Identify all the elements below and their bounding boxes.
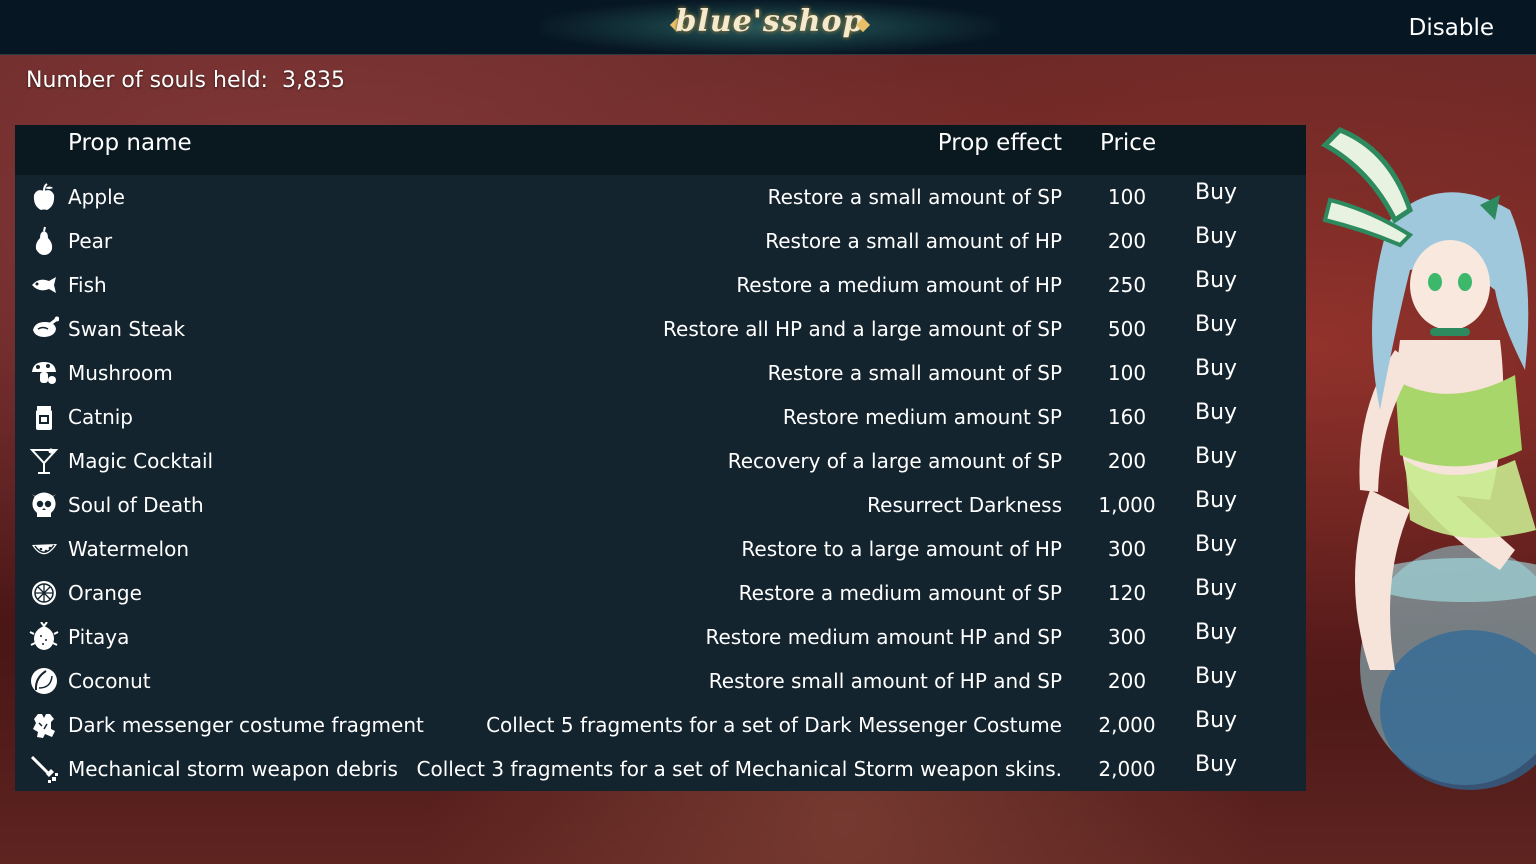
orange-icon	[28, 577, 60, 609]
table-row: Coconut Restore small amount of HP and SP…	[15, 659, 1306, 703]
skull-icon	[28, 489, 60, 521]
table-row: Swan Steak Restore all HP and a large amo…	[15, 307, 1306, 351]
column-header-effect: Prop effect	[937, 130, 1062, 156]
prop-price: 200	[1107, 669, 1147, 693]
buy-button[interactable]: Buy	[1195, 224, 1237, 249]
prop-name: Pear	[68, 229, 113, 253]
prop-name: Fish	[68, 273, 107, 297]
table-row: Catnip Restore medium amount SP 160 Buy	[15, 395, 1306, 439]
prop-name: Dark messenger costume fragment	[68, 713, 424, 737]
costume-fragment-icon	[28, 709, 60, 741]
table-row: Soul of Death Resurrect Darkness 1,000 Buy	[15, 483, 1306, 527]
buy-button[interactable]: Buy	[1195, 488, 1237, 513]
table-row: Orange Restore a medium amount of SP 120 Bu…	[15, 571, 1306, 615]
catnip-icon	[28, 401, 60, 433]
prop-name: Mechanical storm weapon debris	[68, 757, 398, 781]
buy-button[interactable]: Buy	[1195, 752, 1237, 777]
shop-logo: blue'sshop	[540, 0, 1000, 54]
prop-effect: Restore small amount of HP and SP	[708, 669, 1062, 693]
prop-effect: Restore a small amount of HP	[765, 229, 1062, 253]
watermelon-icon	[28, 533, 60, 565]
table-row: Mushroom Restore a small amount of SP 100 B…	[15, 351, 1306, 395]
top-bar: blue'sshop Disable	[0, 0, 1536, 55]
cocktail-icon	[28, 445, 60, 477]
pear-icon	[28, 225, 60, 257]
prop-price: 100	[1107, 361, 1147, 385]
table-row: Dark messenger costume fragment Collect 5…	[15, 703, 1306, 747]
prop-name: Mushroom	[68, 361, 173, 385]
coconut-icon	[28, 665, 60, 697]
apple-icon	[28, 181, 60, 213]
prop-effect: Recovery of a large amount of SP	[727, 449, 1062, 473]
buy-button[interactable]: Buy	[1195, 356, 1237, 381]
souls-value: 3,835	[281, 68, 345, 93]
souls-label: Number of souls held:	[26, 68, 268, 93]
prop-effect: Restore a medium amount of HP	[736, 273, 1062, 297]
prop-price: 2,000	[1098, 757, 1156, 781]
prop-effect: Restore a small amount of SP	[767, 185, 1062, 209]
prop-effect: Restore a small amount of SP	[767, 361, 1062, 385]
prop-price: 160	[1107, 405, 1147, 429]
prop-effect: Restore to a large amount of HP	[741, 537, 1062, 561]
prop-price: 100	[1107, 185, 1147, 209]
shop-screen: blue'sshop Disable Number of souls held:…	[0, 0, 1536, 864]
prop-price: 300	[1107, 537, 1147, 561]
column-header-name: Prop name	[68, 130, 192, 156]
souls-counter: Number of souls held: 3,835	[26, 68, 345, 93]
prop-effect: Restore medium amount SP	[782, 405, 1062, 429]
table-row: Watermelon Restore to a large amount of H…	[15, 527, 1306, 571]
fish-icon	[28, 269, 60, 301]
buy-button[interactable]: Buy	[1195, 620, 1237, 645]
weapon-debris-icon	[28, 753, 60, 785]
buy-button[interactable]: Buy	[1195, 180, 1237, 205]
prop-effect: Restore all HP and a large amount of SP	[663, 317, 1062, 341]
table-row: Mechanical storm weapon debris Collect 3 …	[15, 747, 1306, 791]
table-row: Magic Cocktail Recovery of a large amount…	[15, 439, 1306, 483]
column-header-price: Price	[1100, 130, 1157, 156]
shop-table: Prop name Prop effect Price Apple Restore…	[15, 125, 1306, 791]
prop-price: 500	[1107, 317, 1147, 341]
character-illustration	[1320, 127, 1536, 790]
mushroom-icon	[28, 357, 60, 389]
table-body: Apple Restore a small amount of SP 100 Buy P…	[15, 175, 1306, 791]
prop-name: Apple	[68, 185, 125, 209]
table-row: Pear Restore a small amount of HP 200 Buy	[15, 219, 1306, 263]
prop-name: Catnip	[68, 405, 133, 429]
prop-price: 200	[1107, 229, 1147, 253]
buy-button[interactable]: Buy	[1195, 400, 1237, 425]
prop-effect: Resurrect Darkness	[867, 493, 1062, 517]
prop-price: 250	[1107, 273, 1147, 297]
table-header: Prop name Prop effect Price	[15, 125, 1306, 175]
prop-name: Soul of Death	[68, 493, 204, 517]
prop-name: Swan Steak	[68, 317, 186, 341]
prop-effect: Collect 5 fragments for a set of Dark Me…	[486, 713, 1062, 737]
prop-name: Magic Cocktail	[68, 449, 214, 473]
prop-price: 1,000	[1098, 493, 1156, 517]
buy-button[interactable]: Buy	[1195, 312, 1237, 337]
prop-price: 120	[1107, 581, 1147, 605]
buy-button[interactable]: Buy	[1195, 708, 1237, 733]
prop-name: Watermelon	[68, 537, 190, 561]
prop-effect: Collect 3 fragments for a set of Mechani…	[416, 757, 1063, 781]
prop-name: Orange	[68, 581, 142, 605]
prop-name: Pitaya	[68, 625, 130, 649]
prop-effect: Restore a medium amount of SP	[738, 581, 1062, 605]
prop-name: Coconut	[68, 669, 151, 693]
buy-button[interactable]: Buy	[1195, 444, 1237, 469]
table-row: Apple Restore a small amount of SP 100 Buy	[15, 175, 1306, 219]
buy-button[interactable]: Buy	[1195, 532, 1237, 557]
buy-button[interactable]: Buy	[1195, 664, 1237, 689]
prop-price: 2,000	[1098, 713, 1156, 737]
prop-price: 200	[1107, 449, 1147, 473]
prop-effect: Restore medium amount HP and SP	[705, 625, 1062, 649]
buy-button[interactable]: Buy	[1195, 576, 1237, 601]
disable-button[interactable]: Disable	[1409, 15, 1494, 41]
buy-button[interactable]: Buy	[1195, 268, 1237, 293]
prop-price: 300	[1107, 625, 1147, 649]
table-row: Fish Restore a medium amount of HP 250 Buy	[15, 263, 1306, 307]
table-row: Pitaya Restore medium amount HP and SP 300…	[15, 615, 1306, 659]
shop-logo-text: blue'sshop	[675, 4, 865, 39]
pitaya-icon	[28, 621, 60, 653]
steak-icon	[28, 313, 60, 345]
